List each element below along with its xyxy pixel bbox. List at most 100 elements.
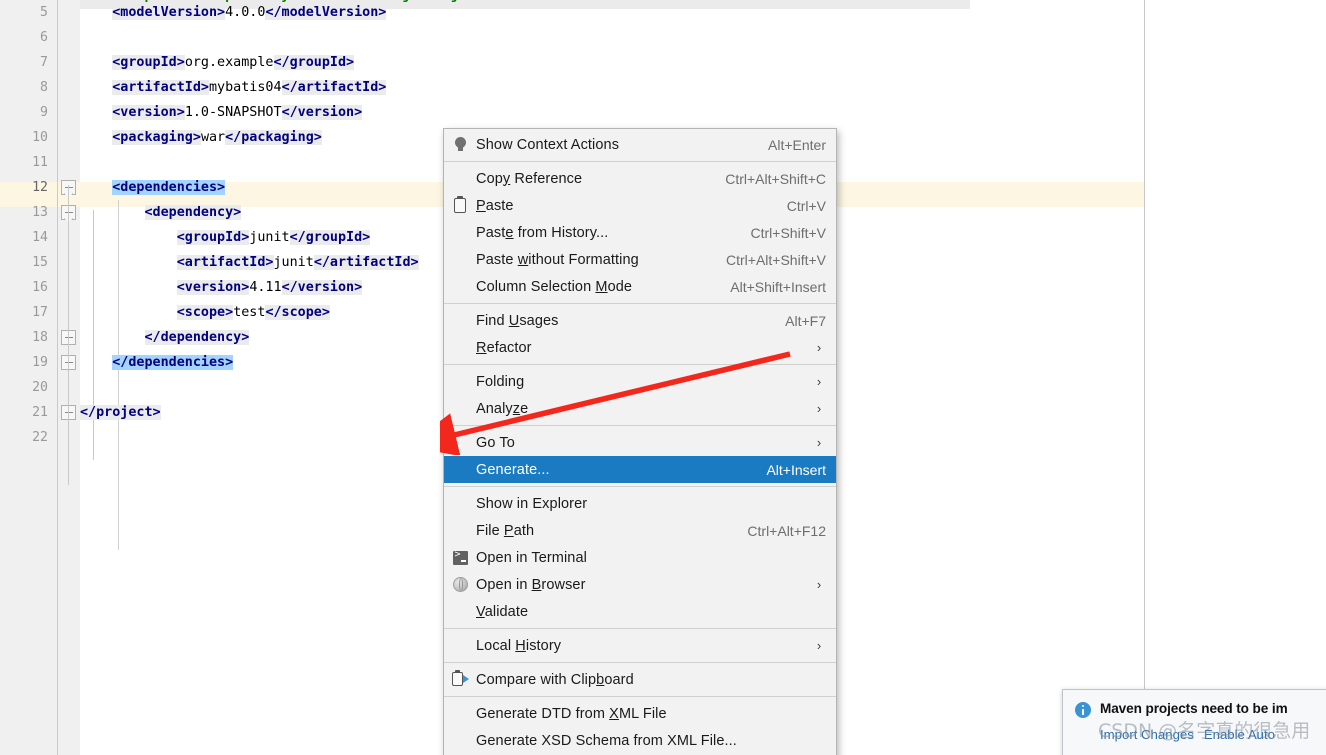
menu-item-label: Paste <box>476 197 514 214</box>
code-token: </dependency> <box>144 330 250 345</box>
menu-item-open-in-terminal[interactable]: Open in Terminal <box>444 544 836 571</box>
code-token: <artifactId> <box>176 255 274 270</box>
terminal-icon-glyph <box>452 549 468 565</box>
menu-item-analyze[interactable]: Analyze › <box>444 395 836 422</box>
line-number-column: 5 6 7 8 9 10 11 12 13 14 15 16 17 18 19 20 21 22 <box>0 0 48 450</box>
enable-auto-import-link[interactable]: Enable Auto <box>1204 727 1275 742</box>
menu-separator <box>444 696 836 697</box>
fold-connector-line <box>68 185 69 485</box>
menu-item-label: Copy Reference <box>476 170 583 187</box>
menu-item-generate[interactable]: Generate... Alt+Insert <box>444 456 836 483</box>
code-token: </modelVersion> <box>265 5 387 20</box>
code-line[interactable]: <artifactId>mybatis04</artifactId> <box>80 75 1326 100</box>
line-number: 10 <box>32 130 48 145</box>
menu-item-label: Open in Terminal <box>476 549 587 566</box>
chevron-right-icon: › <box>816 435 822 450</box>
menu-item-column-selection-mode[interactable]: Column Selection Mode Alt+Shift+Insert <box>444 273 836 300</box>
menu-item-label: Analyze <box>476 400 529 417</box>
code-token: org.example <box>184 55 274 70</box>
code-line[interactable] <box>80 25 1326 50</box>
menu-icon-slot <box>444 246 476 273</box>
globe-icon-glyph <box>452 577 468 592</box>
terminal-icon <box>444 544 476 571</box>
code-token: </groupId> <box>273 55 355 70</box>
menu-item-shortcut: Ctrl+Alt+F12 <box>747 522 826 539</box>
menu-icon-slot <box>444 700 476 727</box>
menu-item-show-context-actions[interactable]: Show Context Actions Alt+Enter <box>444 131 836 158</box>
code-line[interactable]: <version>1.0-SNAPSHOT</version> <box>80 100 1326 125</box>
menu-icon-slot <box>444 368 476 395</box>
line-number: 5 <box>40 5 48 20</box>
gutter-divider <box>57 0 58 755</box>
code-token: test <box>233 305 266 320</box>
menu-separator <box>444 364 836 365</box>
menu-icon-slot <box>444 273 476 300</box>
editor-context-menu[interactable]: Show Context Actions Alt+Enter Copy Refere… <box>443 128 837 755</box>
menu-icon-slot <box>444 165 476 192</box>
menu-icon-slot <box>444 598 476 625</box>
code-token: </artifactId> <box>281 80 387 95</box>
menu-item-shortcut: Ctrl+Alt+Shift+V <box>726 251 826 268</box>
code-token: </artifactId> <box>313 255 419 270</box>
import-changes-link[interactable]: Import Changes <box>1100 727 1194 742</box>
menu-item-validate[interactable]: Validate <box>444 598 836 625</box>
code-token: 4.0.0 <box>225 5 266 20</box>
menu-item-file-path[interactable]: File Path Ctrl+Alt+F12 <box>444 517 836 544</box>
notification-actions[interactable]: Import Changes Enable Auto <box>1075 727 1321 742</box>
code-token: mybatis04 <box>209 80 282 95</box>
code-token: <version> <box>176 280 250 295</box>
lightbulb-icon-glyph <box>454 137 467 152</box>
code-token: <groupId> <box>112 55 185 70</box>
code-token: 4.11 <box>249 280 282 295</box>
menu-item-label: Find Usages <box>476 312 559 329</box>
menu-separator <box>444 662 836 663</box>
line-number: 7 <box>40 55 48 70</box>
menu-item-local-history[interactable]: Local History › <box>444 632 836 659</box>
menu-item-label: Paste from History... <box>476 224 609 241</box>
menu-item-show-in-explorer[interactable]: Show in Explorer <box>444 490 836 517</box>
code-token: <packaging> <box>112 130 201 145</box>
code-token: junit <box>273 255 314 270</box>
fold-rail[interactable] <box>58 0 80 755</box>
menu-item-compare-with-clipboard[interactable]: Compare with Clipboard <box>444 666 836 693</box>
menu-item-refactor[interactable]: Refactor › <box>444 334 836 361</box>
line-number: 17 <box>32 305 48 320</box>
menu-item-generate-xsd-schema-from-xml-file[interactable]: Generate XSD Schema from XML File... <box>444 727 836 754</box>
menu-item-go-to[interactable]: Go To › <box>444 429 836 456</box>
menu-item-copy-reference[interactable]: Copy Reference Ctrl+Alt+Shift+C <box>444 165 836 192</box>
menu-separator <box>444 425 836 426</box>
menu-item-paste-from-history[interactable]: Paste from History... Ctrl+Shift+V <box>444 219 836 246</box>
code-token: <groupId> <box>176 230 250 245</box>
code-line[interactable]: <groupId>org.example</groupId> <box>80 50 1326 75</box>
menu-icon-slot <box>444 219 476 246</box>
menu-item-label: Show in Explorer <box>476 495 588 512</box>
menu-item-open-in-browser[interactable]: Open in Browser › <box>444 571 836 598</box>
chevron-right-icon: › <box>816 374 822 389</box>
menu-item-find-usages[interactable]: Find Usages Alt+F7 <box>444 307 836 334</box>
maven-import-notification[interactable]: Maven projects need to be im Import Chan… <box>1062 689 1326 755</box>
line-number: 22 <box>32 430 48 445</box>
line-number: 19 <box>32 355 48 370</box>
code-token: <version> <box>112 105 185 120</box>
info-icon <box>1075 702 1091 718</box>
menu-item-folding[interactable]: Folding › <box>444 368 836 395</box>
code-token: <scope> <box>176 305 234 320</box>
line-number: 8 <box>40 80 48 95</box>
line-number: 6 <box>40 30 48 45</box>
menu-icon-slot <box>444 395 476 422</box>
menu-item-generate-dtd-from-xml-file[interactable]: Generate DTD from XML File <box>444 700 836 727</box>
editor-right-divider <box>1144 0 1145 755</box>
menu-item-label: Refactor <box>476 339 532 356</box>
menu-icon-slot <box>444 490 476 517</box>
line-number: 20 <box>32 380 48 395</box>
code-line[interactable]: <modelVersion>4.0.0</modelVersion> <box>80 0 1326 25</box>
menu-item-paste[interactable]: Paste Ctrl+V <box>444 192 836 219</box>
code-token: </scope> <box>265 305 330 320</box>
menu-item-paste-without-formatting[interactable]: Paste without Formatting Ctrl+Alt+Shift+V <box>444 246 836 273</box>
line-number: 16 <box>32 280 48 295</box>
code-token: </packaging> <box>225 130 322 145</box>
menu-item-label: Folding <box>476 373 525 390</box>
menu-item-shortcut: Ctrl+V <box>786 197 826 214</box>
code-token: <dependency> <box>144 205 242 220</box>
menu-item-label: Generate DTD from XML File <box>476 705 667 722</box>
